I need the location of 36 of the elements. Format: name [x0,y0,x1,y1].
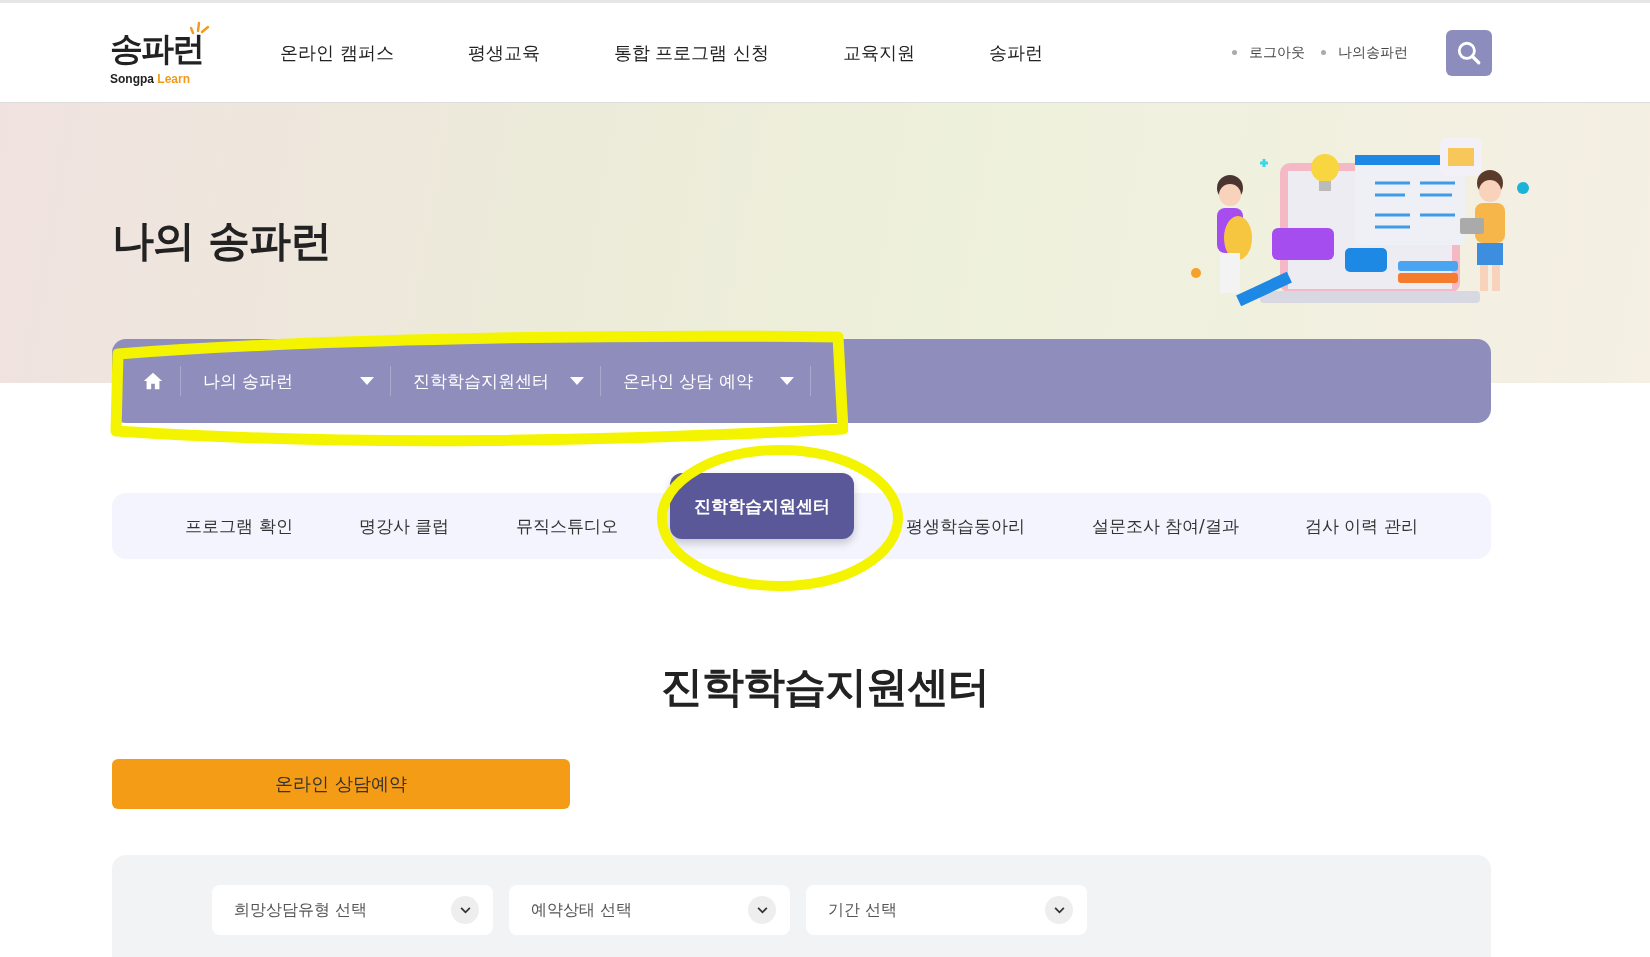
select-field[interactable]: 기간 선택 [806,885,1087,935]
caret-icon [570,377,584,385]
tab[interactable]: 명강사 클럽 [344,493,464,559]
tab[interactable]: 평생학습동아리 [892,493,1040,559]
nav-link[interactable]: 온라인 캠퍼스 [280,40,394,65]
caret-icon [780,377,794,385]
home-icon [142,370,164,392]
nav-link[interactable]: 송파런 [989,40,1044,65]
page-title: 나의 송파런 [112,215,331,267]
tab[interactable]: 뮤직스튜디오 [501,493,632,559]
nav-link[interactable]: 평생교육 [467,40,540,65]
site-logo[interactable]: 송파런 Songpa Learn [110,19,220,86]
tab[interactable]: 검사 이력 관리 [1291,493,1432,559]
tab[interactable]: 프로그램 확인 [171,493,307,559]
select-field[interactable]: 희망상담유형 선택 [212,885,493,935]
chevron-down-icon [748,896,776,924]
tab[interactable]: 진학학습지원센터 [669,473,854,539]
subtab-button[interactable]: 온라인 상담예약 [112,759,570,809]
util-link[interactable]: 로그아웃 [1249,43,1305,62]
tab[interactable]: 설문조사 참여/결과 [1077,493,1253,559]
logo-text: 송파런 [110,28,204,70]
bullet-icon [1321,50,1326,55]
nav-link[interactable]: 교육지원 [843,40,916,65]
home-button[interactable] [142,366,181,396]
sparkle-icon [190,19,210,35]
search-icon [1456,39,1482,66]
util-link[interactable]: 나의송파런 [1338,43,1408,62]
bullet-icon [1232,50,1237,55]
chevron-down-icon [1045,896,1073,924]
nav-link[interactable]: 통합 프로그램 신청 [613,40,770,65]
caret-icon [360,377,374,385]
chevron-down-icon [451,896,479,924]
search-button[interactable] [1446,29,1492,76]
logo-subtitle: Songpa Learn [110,72,192,86]
section-title: 진학학습지원센터 [660,661,990,713]
select-field[interactable]: 예약상태 선택 [509,885,790,935]
